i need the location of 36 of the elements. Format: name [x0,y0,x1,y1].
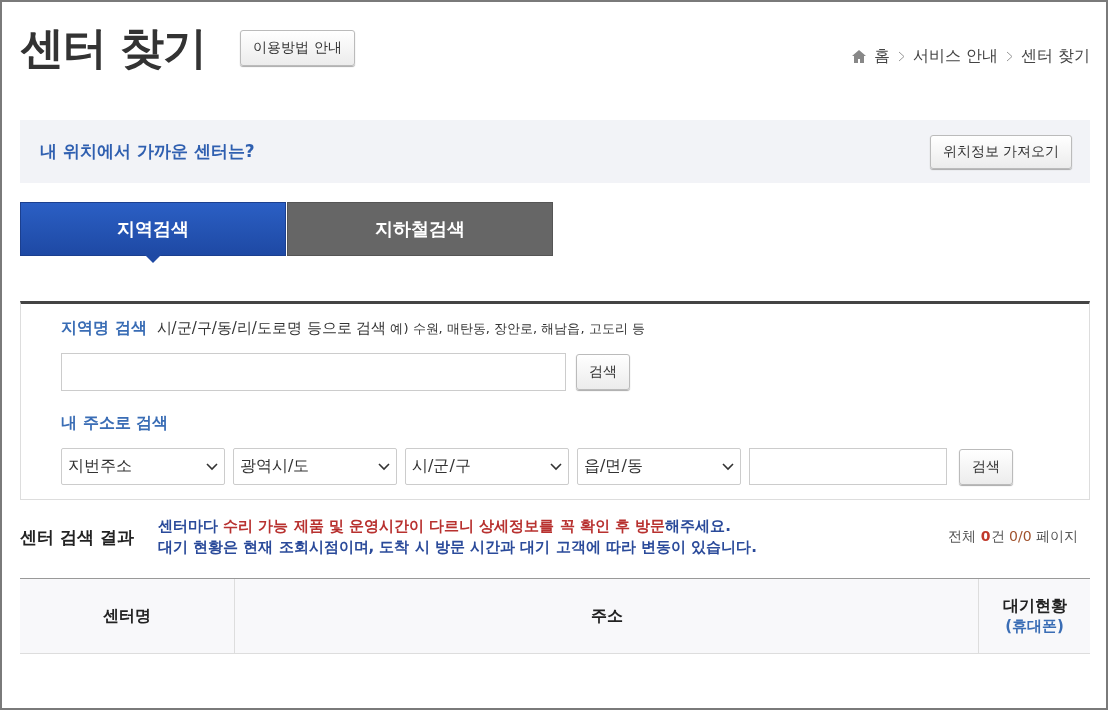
region-search-example: 예) 수원, 매탄동, 장안로, 해남읍, 고도리 등 [390,319,645,338]
notice-text: 센터마다 수리 가능 제품 및 운영시간이 다르니 상세정보를 꼭 확인 후 방문해주세요. [157,516,732,537]
chevron-down-icon [722,462,734,471]
region-search-label: 지역명 검색 [61,318,147,339]
address-select[interactable]: 읍/면/동 [577,448,741,485]
address-select[interactable]: 광역시/도 [233,448,397,485]
address-search-label: 내 주소로 검색 [61,413,169,434]
chevron-down-icon [206,462,218,471]
chevron-down-icon [378,462,390,471]
column-header: 주소 [590,605,623,627]
address-select[interactable]: 지번주소 [61,448,225,485]
chevron-down-icon [550,462,562,471]
home-icon [851,50,866,63]
results-title: 센터 검색 결과 [20,525,134,549]
address-select[interactable]: 시/군/구 [405,448,569,485]
column-header: 대기현황 [1002,596,1067,617]
guide-button[interactable]: 이용방법 안내 [240,30,355,66]
region-search-hint: 시/군/구/동/리/도로명 등으로 검색 [156,319,387,338]
location-prompt: 내 위치에서 가까운 센터는? [40,140,255,163]
notice-text: 대기 현황은 현재 조회시점이며, 도착 시 방문 시간과 대기 고객에 따라 변동이 있습니다. [157,537,757,558]
search-tab[interactable]: 지하철검색 [287,202,553,256]
column-header: 센터명 [103,605,151,627]
chevron-icon [897,51,905,62]
column-subheader: (휴대폰) [1005,617,1064,636]
result-count: 전체 0건 0/0 페이지 [948,528,1078,546]
breadcrumb-link[interactable]: 센터 찾기 [1020,46,1090,67]
address-input-field[interactable] [749,448,947,485]
region-input-field[interactable] [61,353,566,391]
tab-pointer-icon [145,255,161,263]
breadcrumb-link[interactable]: 홈 [873,46,890,67]
location-button[interactable]: 위치정보 가져오기 [929,134,1072,169]
page-title: 센터 찾기 [20,21,207,75]
address-search-button[interactable]: 검색 [959,448,1013,485]
chevron-icon [1005,51,1013,62]
breadcrumb-link[interactable]: 서비스 안내 [912,46,998,67]
region-search-button[interactable]: 검색 [576,354,630,390]
